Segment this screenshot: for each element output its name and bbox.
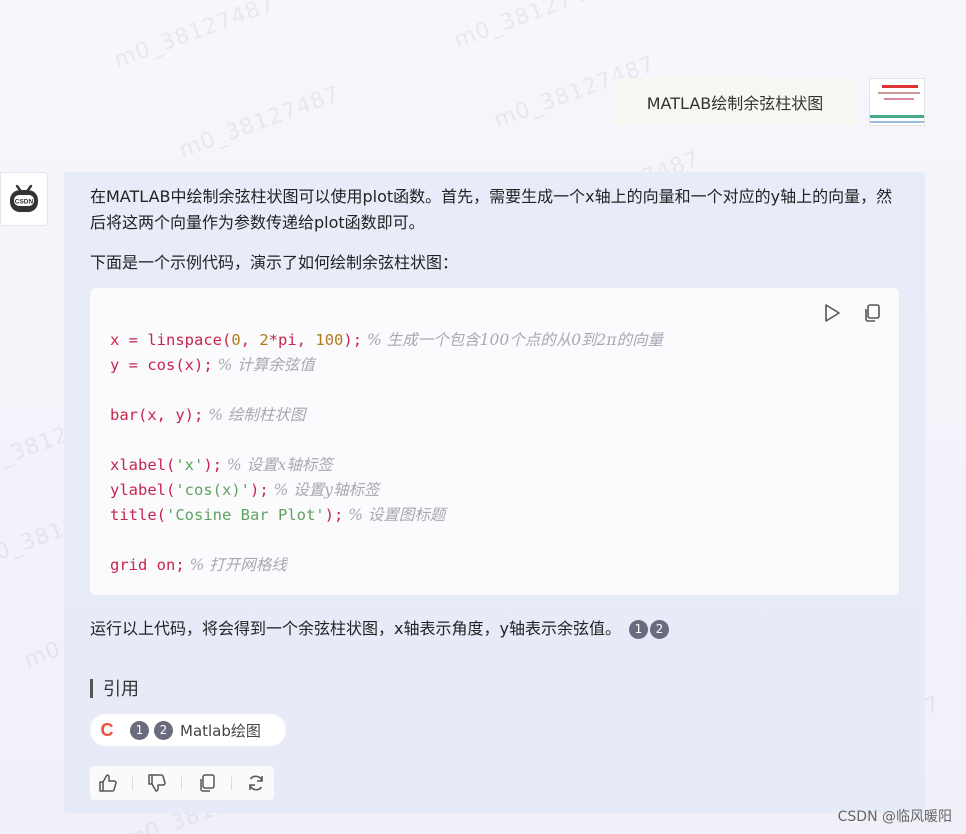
code-content: x = linspace(0, 2*pi, 100); % 生成一个包含100个… bbox=[110, 331, 664, 574]
watermark: m0_38127487 bbox=[110, 0, 279, 74]
citation-badge[interactable]: 1 bbox=[628, 619, 648, 639]
run-code-button[interactable] bbox=[821, 302, 843, 324]
regenerate-icon bbox=[249, 775, 264, 791]
copy-icon bbox=[865, 304, 880, 322]
bot-icon: CSDN bbox=[10, 184, 38, 212]
feedback-separator bbox=[131, 776, 133, 790]
watermark: m0_38127487 bbox=[450, 0, 619, 54]
reply-paragraph-3-text: 运行以上代码，将会得到一个余弦柱状图，x轴表示角度，y轴表示余弦值。 bbox=[90, 619, 621, 638]
feedback-separator bbox=[231, 776, 233, 790]
reply-paragraph-3: 运行以上代码，将会得到一个余弦柱状图，x轴表示角度，y轴表示余弦值。 12 bbox=[90, 616, 669, 642]
reference-heading-bar bbox=[90, 678, 93, 698]
reply-paragraph-1: 在MATLAB中绘制余弦柱状图可以使用plot函数。首先，需要生成一个x轴上的向… bbox=[90, 187, 893, 232]
code-block: x = linspace(0, 2*pi, 100); % 生成一个包含100个… bbox=[90, 288, 899, 595]
thumbs-down-icon bbox=[148, 774, 166, 792]
citation-badge: 2 bbox=[154, 720, 173, 740]
feedback-toolbar bbox=[90, 766, 274, 800]
reference-chip[interactable]: C 1 2 Matlab绘图 bbox=[90, 714, 286, 746]
dislike-button[interactable] bbox=[146, 772, 168, 794]
thumbs-up-icon bbox=[98, 774, 117, 792]
play-icon bbox=[825, 304, 840, 322]
footer-brand: CSDN @临风暖阳 bbox=[837, 809, 952, 825]
reference-heading-text: 引用 bbox=[103, 679, 139, 700]
user-avatar[interactable] bbox=[869, 78, 925, 126]
reply-paragraph-2: 下面是一个示例代码，演示了如何绘制余弦柱状图： bbox=[90, 253, 459, 272]
user-message-text: MATLAB绘制余弦柱状图 bbox=[646, 93, 824, 113]
feedback-separator bbox=[181, 776, 183, 790]
citation-badge: 1 bbox=[130, 720, 149, 740]
like-button[interactable] bbox=[97, 772, 119, 794]
watermark: m0_38127487 bbox=[175, 81, 344, 164]
code-actions bbox=[821, 302, 883, 324]
reference-heading: 引用 bbox=[90, 675, 139, 701]
svg-text:CSDN: CSDN bbox=[15, 199, 34, 206]
copy-answer-button[interactable] bbox=[196, 772, 218, 794]
copy-code-button[interactable] bbox=[861, 302, 883, 324]
bot-avatar: CSDN bbox=[0, 172, 48, 226]
csdn-logo-icon: C bbox=[96, 719, 118, 741]
user-message: MATLAB绘制余弦柱状图 bbox=[613, 78, 857, 125]
copy-answer-icon bbox=[200, 774, 215, 792]
citation-badge[interactable]: 2 bbox=[649, 619, 669, 639]
regenerate-button[interactable] bbox=[245, 772, 267, 794]
assistant-reply: 在MATLAB中绘制余弦柱状图可以使用plot函数。首先，需要生成一个x轴上的向… bbox=[64, 172, 925, 813]
reference-chip-label: Matlab绘图 bbox=[180, 721, 261, 740]
